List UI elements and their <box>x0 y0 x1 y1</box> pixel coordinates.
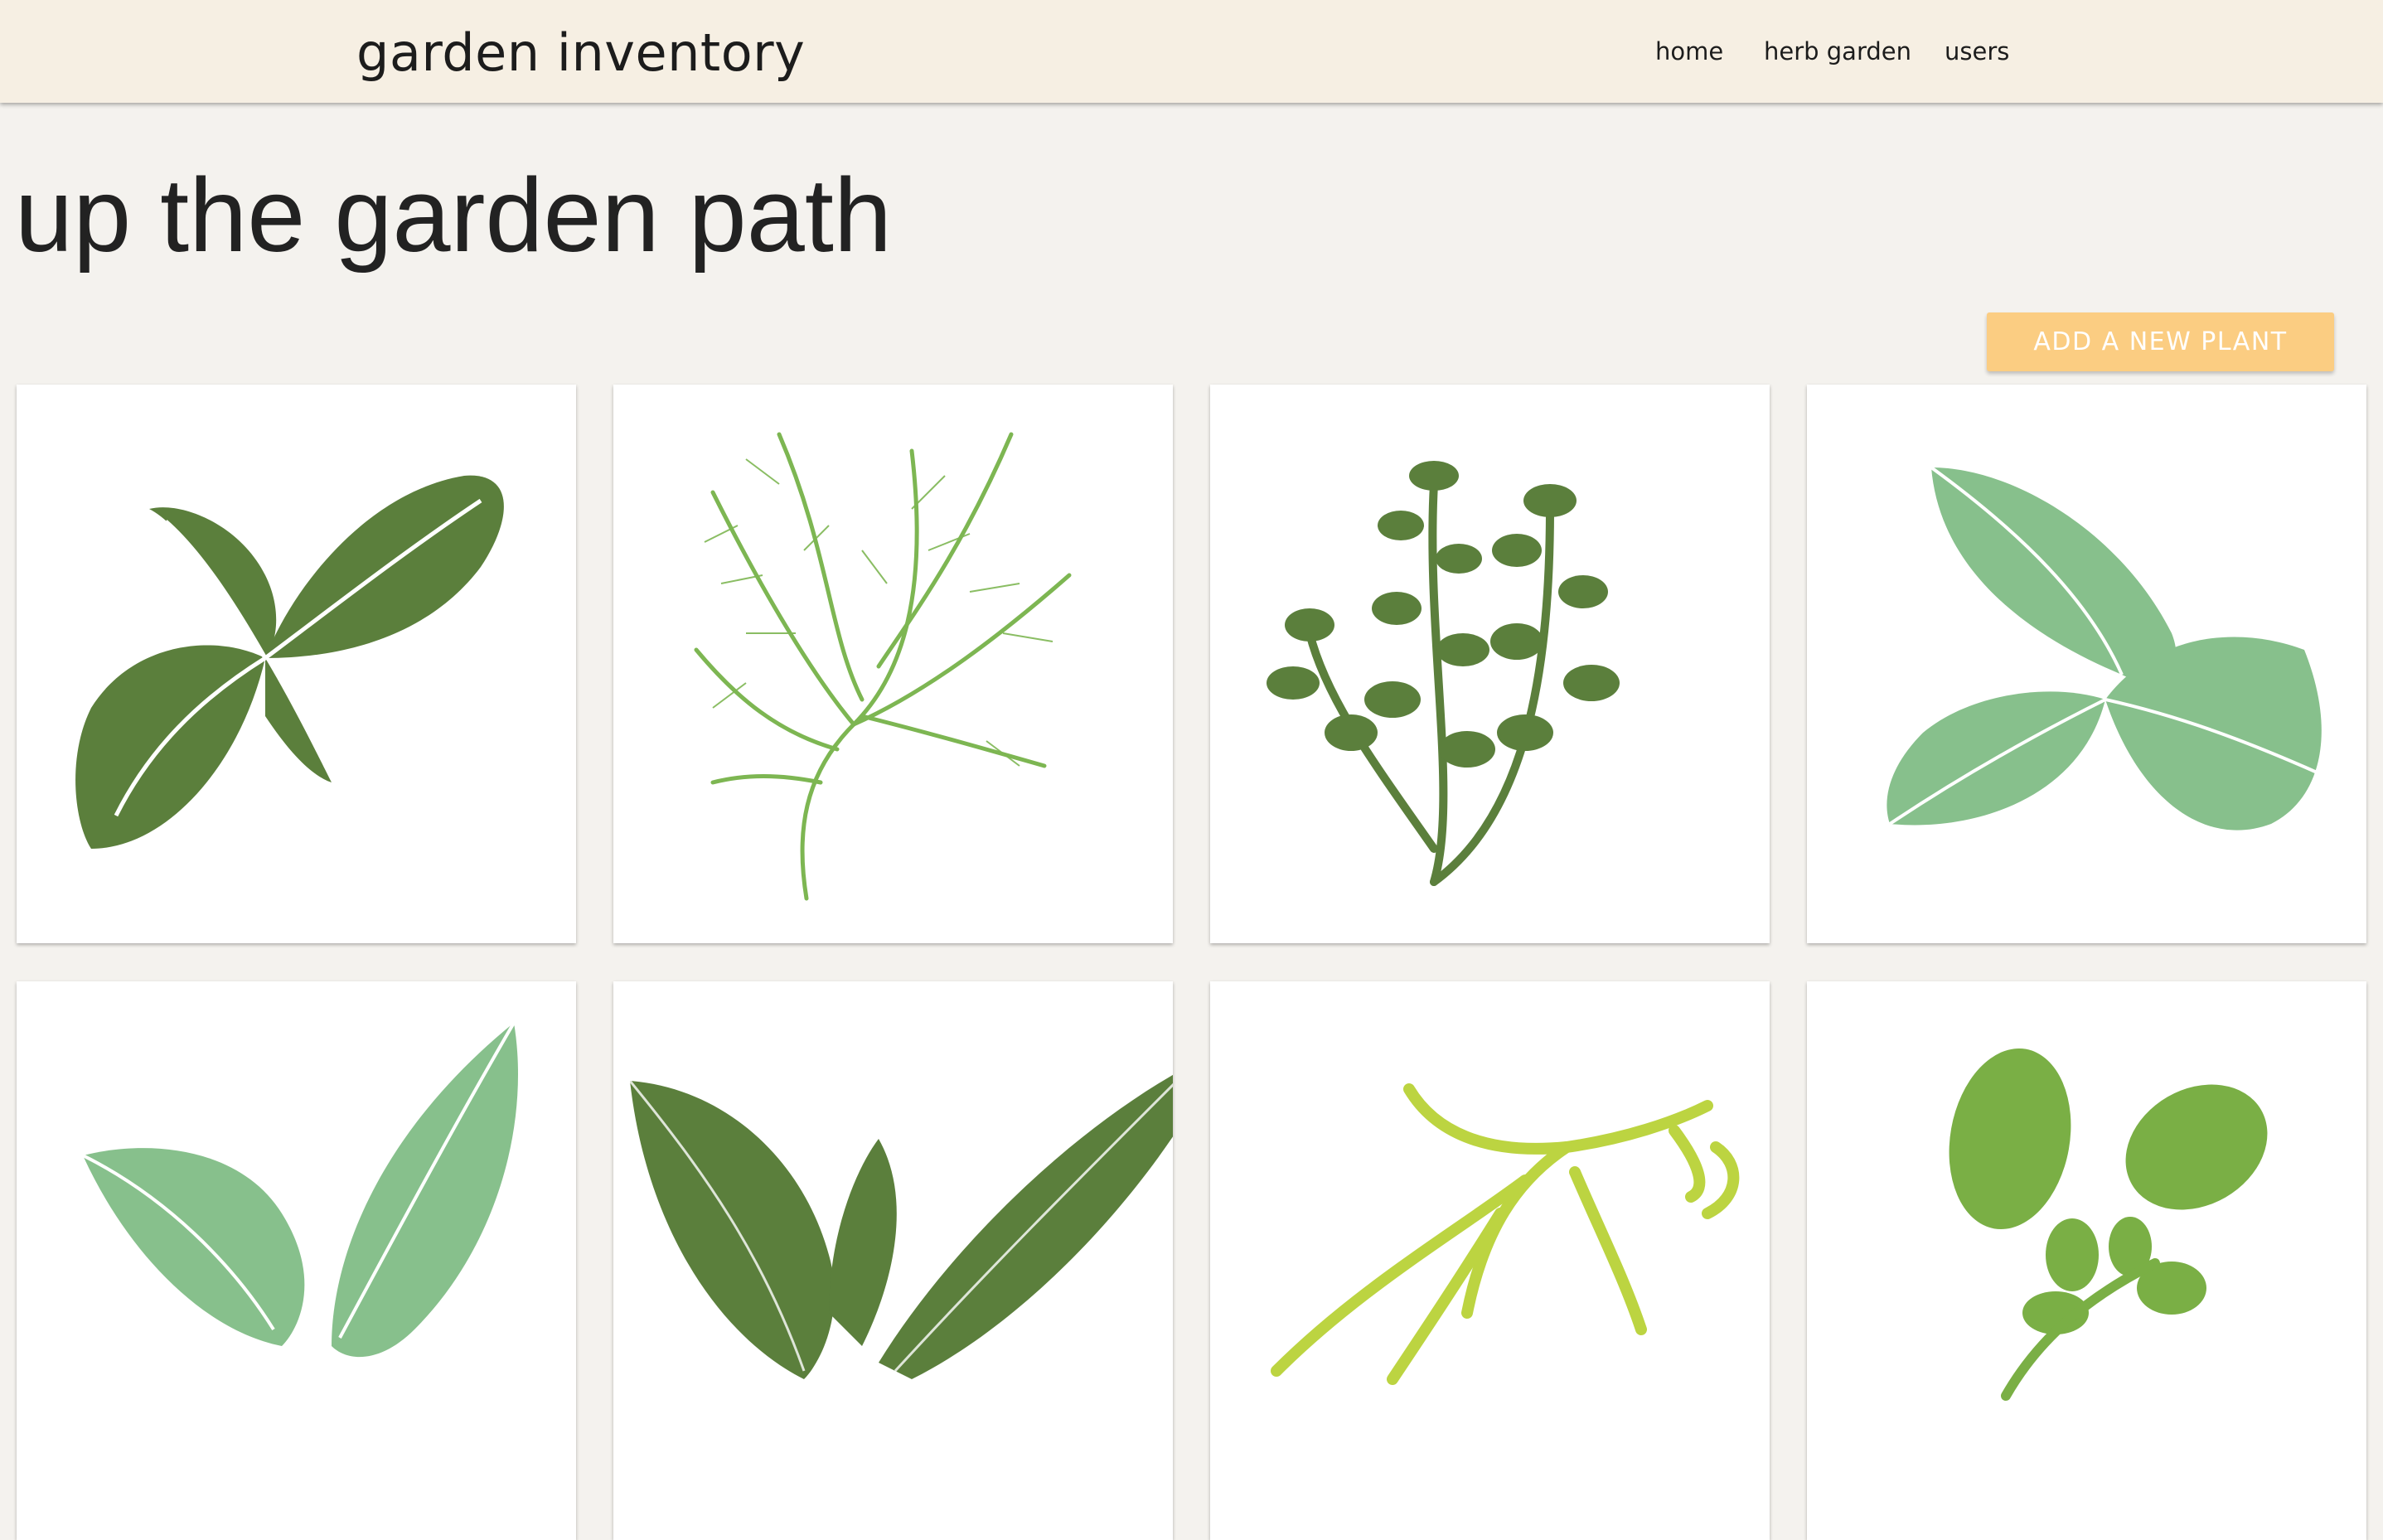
plant-card-dill[interactable] <box>613 385 1173 943</box>
tarragon-icon <box>1271 1083 1740 1385</box>
dill-icon <box>694 432 1072 901</box>
plant-card-bay-leaf[interactable] <box>613 981 1173 1540</box>
nav-link-home[interactable]: home <box>1655 35 1723 68</box>
sage-icon <box>82 1021 518 1358</box>
plant-card-thyme[interactable] <box>1210 385 1770 943</box>
plant-card-basil[interactable] <box>17 385 576 943</box>
page-title: up the garden path <box>15 157 892 274</box>
mint-icon <box>1887 466 2322 831</box>
navbar: garden inventory home herb garden users <box>0 0 2383 103</box>
plant-card-oregano[interactable] <box>1807 981 2366 1540</box>
thyme-icon <box>1267 461 1620 886</box>
plant-card-sage[interactable] <box>17 981 576 1540</box>
bay-leaf-icon <box>628 1074 1173 1379</box>
brand-title[interactable]: garden inventory <box>356 20 805 86</box>
nav-link-herb-garden[interactable]: herb garden <box>1764 35 1911 68</box>
nav-link-users[interactable]: users <box>1945 35 2009 68</box>
plant-card-tarragon[interactable] <box>1210 981 1770 1540</box>
add-new-plant-button[interactable]: ADD A NEW PLANT <box>1987 312 2334 371</box>
oregano-icon <box>1949 1048 2268 1401</box>
plant-card-mint[interactable] <box>1807 385 2366 943</box>
basil-icon <box>75 475 504 849</box>
